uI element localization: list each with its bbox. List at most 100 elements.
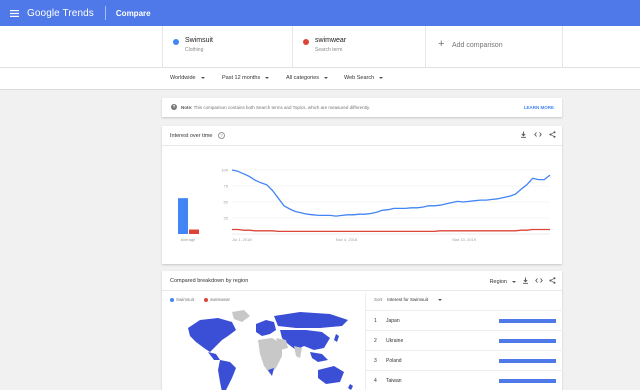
region-breakdown-card: Compared breakdown by region Region Swim… [162,271,563,390]
search-type-filter-dropdown[interactable]: Web Search [344,75,384,81]
note-label: Note: [181,105,193,110]
region-filter-dropdown[interactable]: Worldwide [170,75,205,81]
category-filter-dropdown[interactable]: All categories [286,75,329,81]
term-name: Swimsuit [185,37,214,44]
google-trends-logo[interactable]: Google Trends [27,8,94,19]
y-tick-label: 75 [224,184,229,189]
region-view-dropdown[interactable]: Region [490,279,516,285]
filter-label: Past 12 months [222,75,261,81]
note-body: This comparison contains both Search ter… [193,105,371,110]
interest-over-time-card: Interest over time ? 100 75 50 25 Average Jul… [162,126,562,264]
series-line-swimsuit [231,169,551,217]
map-region-greenland [232,310,250,322]
plus-icon: + [438,38,445,50]
interest-bar [499,379,556,383]
filter-label: Web Search [344,75,375,81]
caret-down-icon [379,77,384,79]
map-region-central-america [208,352,220,360]
learn-more-link[interactable]: LEARN MORE [524,105,554,110]
list-item[interactable]: 2 Ukraine [366,330,563,350]
interest-bar-fill [499,359,556,363]
sort-label: Sort [374,297,383,302]
average-bar-swimsuit [178,198,188,234]
embed-icon[interactable] [534,131,542,141]
world-map[interactable] [170,306,360,390]
card-divider [162,290,562,291]
x-tick-label: Nov 4, 2018 [336,237,358,242]
share-icon[interactable] [549,131,556,141]
term-type: Clothing [185,47,204,53]
search-term-swimwear[interactable]: swimwear Search term [292,26,422,68]
term-color-dot [303,39,309,45]
interest-bar-fill [499,339,556,343]
sort-control[interactable]: Sort Interest for Swimsuit [374,297,443,302]
caret-down-icon [324,77,329,79]
y-tick-label: 25 [224,216,229,221]
card-title: Interest over time [170,133,213,139]
x-tick-label: Mar 10, 2019 [452,237,476,242]
rank-number: 1 [374,318,377,324]
list-item[interactable]: 1 Japan [366,310,563,330]
note-text: Note: This comparison contains both Sear… [181,105,370,110]
card-actions [520,131,556,141]
interest-bar [499,359,556,363]
interest-bar-fill [499,379,556,383]
y-tick-label: 50 [224,200,229,205]
title-divider [104,6,106,20]
term-type: Search term [315,47,343,53]
search-term-swimsuit[interactable]: Swimsuit Clothing [162,26,292,68]
menu-icon[interactable] [3,0,25,26]
sort-value: Interest for Swimsuit [387,297,429,302]
list-item[interactable]: 4 Taiwan [366,370,563,390]
caret-down-icon [512,280,516,283]
add-comparison-button[interactable]: + Add comparison [425,26,563,68]
info-icon: ? [171,104,177,110]
filter-bar: Worldwide Past 12 months All categories … [0,68,640,90]
download-icon[interactable] [520,131,527,141]
legend-label: swimwear [210,297,231,302]
compare-bar: Swimsuit Clothing swimwear Search term +… [0,26,640,68]
interest-bar-fill [499,319,556,323]
map-legend: Swimsuit swimwear [170,297,230,302]
map-region-russia [274,312,348,328]
legend-label: Swimsuit [176,297,195,302]
map-region-southeast-asia [310,352,328,362]
page-title: Compare [115,8,151,18]
caret-down-icon [265,77,270,79]
map-region-india [294,346,302,358]
term-color-dot [173,39,179,45]
rank-number: 3 [374,358,377,364]
interest-bar [499,339,556,343]
region-view-label: Region [489,278,507,285]
region-ranking-list: Sort Interest for Swimsuit 1 Japan 2 Ukr… [365,293,563,390]
add-comparison-label: Add comparison [452,42,503,49]
share-icon[interactable] [549,277,556,286]
rank-number: 4 [374,378,377,384]
map-region-north-america [188,318,236,352]
caret-down-icon [438,298,443,301]
region-name: Japan [386,318,400,324]
legend-item-swimsuit: Swimsuit [170,297,194,302]
map-region-europe [256,320,276,336]
map-region-japan [334,334,339,342]
top-app-bar: Google Trends Compare [0,0,640,26]
time-filter-dropdown[interactable]: Past 12 months [222,75,270,81]
map-region-new-zealand [348,384,353,390]
region-name: Poland [386,358,402,364]
average-bar-swimwear [189,229,199,234]
region-name: Taiwan [386,378,402,384]
caret-down-icon [200,77,205,79]
interest-chart: 100 75 50 25 Average Jul 1, 2018 Nov 4, 2018 Ma… [178,168,551,242]
legend-item-swimwear: swimwear [204,297,230,302]
card-actions: Region [490,277,556,286]
series-line-swimwear [232,228,550,233]
list-item[interactable]: 3 Poland [366,350,563,370]
region-name: Ukraine [386,338,404,344]
download-icon[interactable] [522,277,529,286]
map-region-australia [318,366,344,384]
filter-label: Worldwide [170,75,196,81]
embed-icon[interactable] [535,277,543,286]
rank-number: 2 [374,338,377,344]
comparison-note-card: ? Note: This comparison contains both Se… [162,98,562,117]
help-icon[interactable]: ? [218,132,225,139]
